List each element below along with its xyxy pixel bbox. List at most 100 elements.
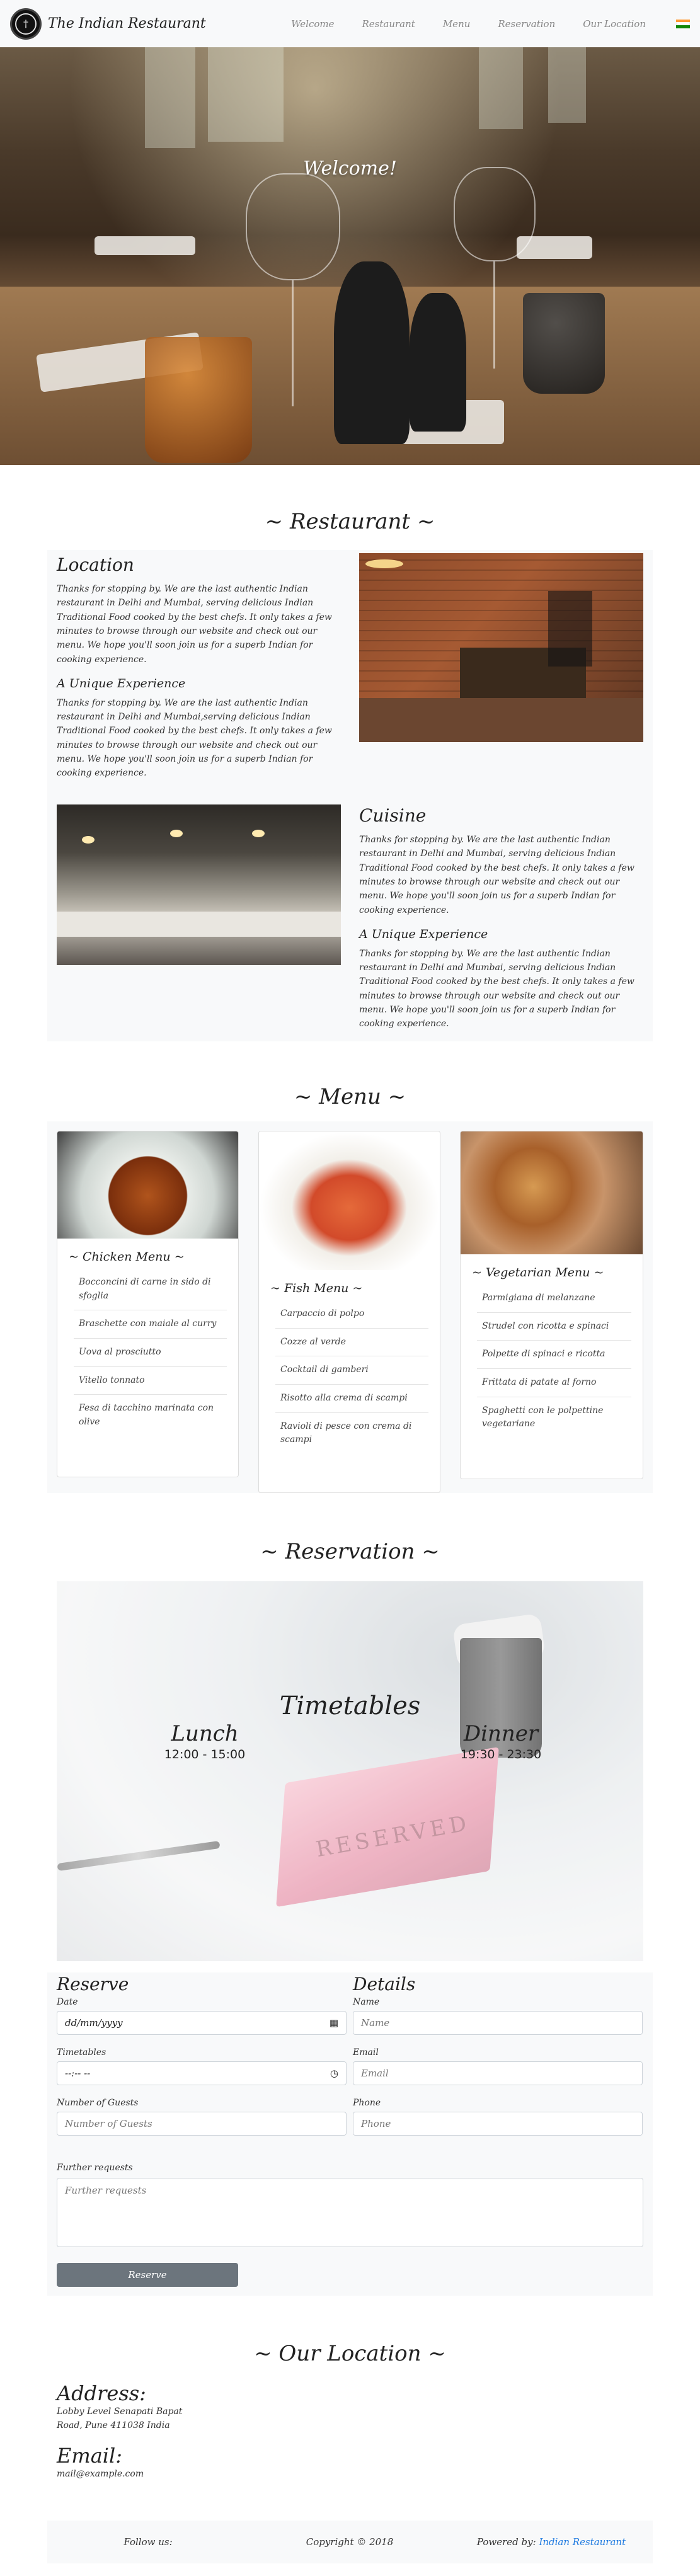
- location-heading: ~ Our Location ~: [254, 2341, 446, 2366]
- cuisine-subtext: Thanks for stopping by. We are the last …: [359, 948, 634, 1029]
- name-label: Name: [353, 1997, 380, 2007]
- menu-item: Fesa di tacchino marinata con olive: [79, 1403, 214, 1428]
- restaurant-logo: †: [10, 8, 42, 40]
- details-title: Details: [353, 1974, 416, 1995]
- menu-item: Bocconcini di carne in sido di sfoglia: [74, 1269, 227, 1311]
- phone-label: Phone: [353, 2098, 381, 2108]
- date-label: Date: [57, 1997, 78, 2007]
- location-section: Address: Lobby Level Senapati Bapat Road…: [57, 2381, 182, 2482]
- nav-link-menu[interactable]: Menu: [443, 18, 471, 30]
- vegetarian-dish-photo: [461, 1131, 643, 1254]
- email-title: Email:: [57, 2444, 123, 2468]
- requests-label: Further requests: [57, 2163, 133, 2173]
- menu-item: Frittata di patate al forno: [477, 1369, 631, 1397]
- date-value: dd/mm/yyyy: [65, 2017, 123, 2029]
- footer-powered-prefix: Powered by:: [476, 2536, 536, 2548]
- reserve-column: Reserve Date dd/mm/yyyy ▦ Timetables --:…: [57, 1972, 347, 2136]
- guests-input[interactable]: Number of Guests: [57, 2112, 347, 2136]
- email-value[interactable]: mail@example.com: [57, 2468, 182, 2482]
- address-line-2: Road, Pune 411038 India: [57, 2420, 170, 2430]
- requests-textarea[interactable]: Further requests: [57, 2178, 643, 2247]
- lunch-label: Lunch: [171, 1721, 239, 1746]
- card-title: ~ Vegetarian Menu ~: [472, 1266, 604, 1279]
- guests-label: Number of Guests: [57, 2098, 139, 2108]
- footer: Follow us: Copyright © 2018 Powered by: …: [47, 2521, 653, 2563]
- location-block: Location Thanks for stopping by. We are …: [57, 551, 334, 781]
- cuisine-subtitle: A Unique Experience: [359, 927, 488, 942]
- fish-menu-card: ~ Fish Menu ~ Carpaccio di polpo Cozze a…: [258, 1131, 440, 1493]
- menu-heading: ~ Menu ~: [294, 1084, 406, 1109]
- nav-link-reservation[interactable]: Reservation: [498, 18, 555, 30]
- footer-copyright: Copyright © 2018: [306, 2536, 394, 2548]
- menu-item: Parmigiana di melanzane: [477, 1285, 631, 1313]
- menu-section: ~ Chicken Menu ~ Bocconcini di carne in …: [47, 1121, 653, 1493]
- clock-icon[interactable]: ◷: [330, 2068, 338, 2079]
- nav-links: Welcome Restaurant Menu Reservation Our …: [291, 18, 690, 30]
- kitchen-photo: [57, 804, 341, 965]
- cuisine-text: Thanks for stopping by. We are the last …: [359, 834, 634, 915]
- phone-input[interactable]: Phone: [353, 2112, 643, 2136]
- menu-item: Strudel con ricotta e spinaci: [477, 1313, 631, 1341]
- name-input[interactable]: Name: [353, 2011, 643, 2035]
- chicken-dish-photo: [57, 1131, 238, 1239]
- fish-dish-photo: [259, 1131, 440, 1270]
- restaurant-heading: ~ Restaurant ~: [265, 509, 435, 534]
- cuisine-block: Cuisine Thanks for stopping by. We are t…: [359, 802, 636, 1031]
- footer-powered-link[interactable]: Indian Restaurant: [539, 2536, 626, 2548]
- card-title: ~ Chicken Menu ~: [69, 1250, 185, 1264]
- date-input[interactable]: dd/mm/yyyy ▦: [57, 2011, 347, 2035]
- menu-item: Cocktail di gamberi: [275, 1356, 428, 1385]
- menu-item: Spaghetti con le polpettine vegetariane: [482, 1405, 604, 1429]
- hero-image: Welcome!: [0, 47, 700, 465]
- nav-link-restaurant[interactable]: Restaurant: [362, 18, 415, 30]
- location-subtitle: A Unique Experience: [57, 677, 186, 691]
- navbar: † The Indian Restaurant Welcome Restaura…: [0, 0, 700, 47]
- dinner-label: Dinner: [463, 1721, 539, 1746]
- timetables-label: Timetables: [57, 2047, 106, 2058]
- location-title: Location: [57, 554, 134, 575]
- timetables-title: Timetables: [279, 1692, 421, 1720]
- nav-link-welcome[interactable]: Welcome: [291, 18, 334, 30]
- restaurant-interior-photo: [359, 553, 643, 742]
- time-input[interactable]: --:-- -- ◷: [57, 2061, 347, 2085]
- location-text: Thanks for stopping by. We are the last …: [57, 583, 332, 665]
- card-title: ~ Fish Menu ~: [270, 1281, 363, 1295]
- menu-item: Risotto alla crema di scampi: [275, 1385, 428, 1413]
- menu-item: Braschette con maiale al curry: [74, 1310, 227, 1339]
- reservation-image: RESERVED Timetables Lunch 12:00 - 15:00 …: [57, 1581, 643, 1961]
- menu-item: Carpaccio di polpo: [275, 1300, 428, 1329]
- footer-powered: Powered by: Indian Restaurant: [450, 2536, 652, 2548]
- india-flag-icon[interactable]: [676, 19, 690, 28]
- email-label: Email: [353, 2047, 379, 2058]
- time-value: --:-- --: [65, 2068, 91, 2079]
- lunch-timetable: Lunch 12:00 - 15:00: [158, 1721, 252, 1761]
- brand[interactable]: † The Indian Restaurant: [10, 8, 206, 40]
- footer-follow: Follow us:: [123, 2536, 173, 2548]
- menu-item: Ravioli di pesce con crema di scampi: [280, 1421, 412, 1445]
- address-line-1: Lobby Level Senapati Bapat: [57, 2407, 183, 2417]
- email-input[interactable]: Email: [353, 2061, 643, 2085]
- reservation-heading: ~ Reservation ~: [260, 1539, 440, 1564]
- calendar-icon[interactable]: ▦: [330, 2017, 338, 2029]
- location-subtext: Thanks for stopping by. We are the last …: [57, 697, 332, 779]
- lunch-hours: 12:00 - 15:00: [164, 1748, 246, 1761]
- menu-item: Vitello tonnato: [74, 1367, 227, 1395]
- reservation-form: Reserve Date dd/mm/yyyy ▦ Timetables --:…: [47, 1972, 653, 2296]
- vegetarian-menu-card: ~ Vegetarian Menu ~ Parmigiana di melanz…: [460, 1131, 643, 1479]
- fork-knife-icon: †: [15, 13, 37, 35]
- menu-item: Uova al prosciutto: [74, 1339, 227, 1367]
- address-title: Address:: [57, 2381, 146, 2405]
- reserve-title: Reserve: [57, 1974, 129, 1995]
- restaurant-section: Location Thanks for stopping by. We are …: [47, 550, 653, 1041]
- chicken-menu-card: ~ Chicken Menu ~ Bocconcini di carne in …: [57, 1131, 239, 1477]
- menu-item: Cozze al verde: [275, 1329, 428, 1357]
- brand-name[interactable]: The Indian Restaurant: [48, 16, 206, 31]
- details-column: Details Name Name Email Email Phone Phon…: [353, 1972, 643, 2136]
- nav-link-our-location[interactable]: Our Location: [583, 18, 646, 30]
- cuisine-title: Cuisine: [359, 805, 427, 826]
- dinner-hours: 19:30 - 23:30: [460, 1748, 542, 1761]
- menu-item: Polpette di spinaci e ricotta: [477, 1341, 631, 1370]
- hero-title: Welcome!: [303, 157, 397, 180]
- dinner-timetable: Dinner 19:30 - 23:30: [447, 1721, 554, 1761]
- reserve-button[interactable]: Reserve: [57, 2263, 238, 2287]
